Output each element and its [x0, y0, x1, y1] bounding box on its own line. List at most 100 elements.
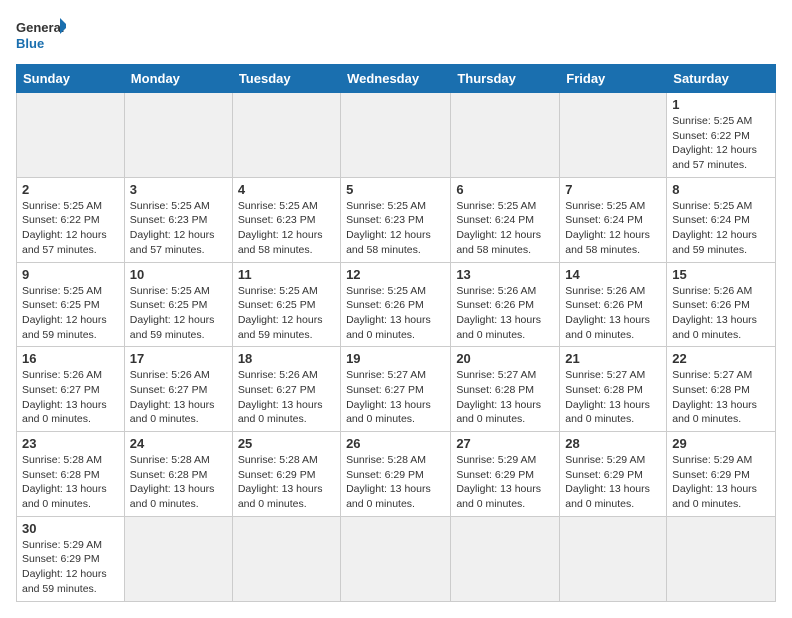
day-info: Sunrise: 5:25 AMSunset: 6:25 PMDaylight:…	[22, 284, 119, 343]
calendar-week-row: 16Sunrise: 5:26 AMSunset: 6:27 PMDayligh…	[17, 347, 776, 432]
day-number: 22	[672, 351, 770, 366]
calendar-cell	[667, 516, 776, 601]
day-info: Sunrise: 5:26 AMSunset: 6:26 PMDaylight:…	[672, 284, 770, 343]
col-header-monday: Monday	[124, 65, 232, 93]
calendar-cell: 9 Sunrise: 5:25 AMSunset: 6:25 PMDaylight…	[17, 262, 125, 347]
calendar-cell	[560, 516, 667, 601]
day-number: 17	[130, 351, 227, 366]
calendar-week-row: 30 Sunrise: 5:29 AMSunset: 6:29 PMDayligh…	[17, 516, 776, 601]
day-number: 10	[130, 267, 227, 282]
day-number: 24	[130, 436, 227, 451]
calendar-week-row: 9 Sunrise: 5:25 AMSunset: 6:25 PMDaylight…	[17, 262, 776, 347]
calendar-cell	[451, 93, 560, 178]
day-info: Sunrise: 5:25 AMSunset: 6:26 PMDaylight:…	[346, 284, 445, 343]
calendar-cell	[17, 93, 125, 178]
day-number: 20	[456, 351, 554, 366]
calendar-cell: 30 Sunrise: 5:29 AMSunset: 6:29 PMDayligh…	[17, 516, 125, 601]
day-info: Sunrise: 5:28 AMSunset: 6:29 PMDaylight:…	[238, 453, 335, 512]
calendar-cell: 13 Sunrise: 5:26 AMSunset: 6:26 PMDayligh…	[451, 262, 560, 347]
calendar-cell: 24 Sunrise: 5:28 AMSunset: 6:28 PMDayligh…	[124, 432, 232, 517]
calendar-week-row: 23Sunrise: 5:28 AMSunset: 6:28 PMDayligh…	[17, 432, 776, 517]
calendar-cell: 5 Sunrise: 5:25 AMSunset: 6:23 PMDaylight…	[341, 177, 451, 262]
calendar-header-row: SundayMondayTuesdayWednesdayThursdayFrid…	[17, 65, 776, 93]
day-number: 15	[672, 267, 770, 282]
logo-svg: General Blue	[16, 16, 66, 56]
day-info: Sunrise: 5:26 AMSunset: 6:27 PMDaylight:…	[22, 368, 119, 427]
day-info: Sunrise: 5:27 AMSunset: 6:28 PMDaylight:…	[456, 368, 554, 427]
calendar-cell: 15 Sunrise: 5:26 AMSunset: 6:26 PMDayligh…	[667, 262, 776, 347]
calendar-cell	[560, 93, 667, 178]
calendar-cell: 17 Sunrise: 5:26 AMSunset: 6:27 PMDayligh…	[124, 347, 232, 432]
day-number: 13	[456, 267, 554, 282]
calendar-cell	[341, 516, 451, 601]
calendar-cell: 23Sunrise: 5:28 AMSunset: 6:28 PMDayligh…	[17, 432, 125, 517]
calendar-cell	[232, 516, 340, 601]
day-info: Sunrise: 5:29 AMSunset: 6:29 PMDaylight:…	[456, 453, 554, 512]
calendar-cell: 12 Sunrise: 5:25 AMSunset: 6:26 PMDayligh…	[341, 262, 451, 347]
day-number: 12	[346, 267, 445, 282]
day-number: 14	[565, 267, 661, 282]
day-info: Sunrise: 5:25 AMSunset: 6:24 PMDaylight:…	[672, 199, 770, 258]
day-number: 25	[238, 436, 335, 451]
calendar-cell: 7 Sunrise: 5:25 AMSunset: 6:24 PMDaylight…	[560, 177, 667, 262]
day-info: Sunrise: 5:28 AMSunset: 6:28 PMDaylight:…	[130, 453, 227, 512]
calendar-cell: 18Sunrise: 5:26 AMSunset: 6:27 PMDayligh…	[232, 347, 340, 432]
svg-text:Blue: Blue	[16, 36, 44, 51]
calendar-cell: 16Sunrise: 5:26 AMSunset: 6:27 PMDayligh…	[17, 347, 125, 432]
header: General Blue	[16, 16, 776, 56]
col-header-wednesday: Wednesday	[341, 65, 451, 93]
calendar-cell	[341, 93, 451, 178]
day-number: 29	[672, 436, 770, 451]
calendar-week-row: 1Sunrise: 5:25 AMSunset: 6:22 PMDaylight…	[17, 93, 776, 178]
calendar-cell: 26Sunrise: 5:28 AMSunset: 6:29 PMDayligh…	[341, 432, 451, 517]
calendar-cell: 25 Sunrise: 5:28 AMSunset: 6:29 PMDayligh…	[232, 432, 340, 517]
day-info: Sunrise: 5:28 AMSunset: 6:28 PMDaylight:…	[22, 453, 119, 512]
day-info: Sunrise: 5:26 AMSunset: 6:26 PMDaylight:…	[456, 284, 554, 343]
day-number: 7	[565, 182, 661, 197]
day-info: Sunrise: 5:25 AMSunset: 6:24 PMDaylight:…	[565, 199, 661, 258]
col-header-tuesday: Tuesday	[232, 65, 340, 93]
calendar-cell	[124, 93, 232, 178]
day-number: 9	[22, 267, 119, 282]
day-number: 27	[456, 436, 554, 451]
day-number: 30	[22, 521, 119, 536]
calendar-table: SundayMondayTuesdayWednesdayThursdayFrid…	[16, 64, 776, 602]
day-info: Sunrise: 5:25 AMSunset: 6:23 PMDaylight:…	[130, 199, 227, 258]
day-number: 2	[22, 182, 119, 197]
day-number: 1	[672, 97, 770, 112]
day-number: 5	[346, 182, 445, 197]
calendar-cell: 4 Sunrise: 5:25 AMSunset: 6:23 PMDaylight…	[232, 177, 340, 262]
calendar-cell: 29Sunrise: 5:29 AMSunset: 6:29 PMDayligh…	[667, 432, 776, 517]
calendar-cell: 3 Sunrise: 5:25 AMSunset: 6:23 PMDaylight…	[124, 177, 232, 262]
calendar-week-row: 2 Sunrise: 5:25 AMSunset: 6:22 PMDaylight…	[17, 177, 776, 262]
day-info: Sunrise: 5:25 AMSunset: 6:23 PMDaylight:…	[238, 199, 335, 258]
calendar-cell: 1Sunrise: 5:25 AMSunset: 6:22 PMDaylight…	[667, 93, 776, 178]
day-info: Sunrise: 5:28 AMSunset: 6:29 PMDaylight:…	[346, 453, 445, 512]
day-info: Sunrise: 5:25 AMSunset: 6:25 PMDaylight:…	[238, 284, 335, 343]
calendar-cell: 14Sunrise: 5:26 AMSunset: 6:26 PMDayligh…	[560, 262, 667, 347]
calendar-cell: 21Sunrise: 5:27 AMSunset: 6:28 PMDayligh…	[560, 347, 667, 432]
calendar-cell: 8 Sunrise: 5:25 AMSunset: 6:24 PMDaylight…	[667, 177, 776, 262]
logo: General Blue	[16, 16, 66, 56]
day-info: Sunrise: 5:27 AMSunset: 6:28 PMDaylight:…	[565, 368, 661, 427]
calendar-cell: 10 Sunrise: 5:25 AMSunset: 6:25 PMDayligh…	[124, 262, 232, 347]
day-number: 3	[130, 182, 227, 197]
col-header-sunday: Sunday	[17, 65, 125, 93]
calendar-cell	[232, 93, 340, 178]
day-info: Sunrise: 5:25 AMSunset: 6:23 PMDaylight:…	[346, 199, 445, 258]
col-header-thursday: Thursday	[451, 65, 560, 93]
day-number: 19	[346, 351, 445, 366]
day-info: Sunrise: 5:26 AMSunset: 6:27 PMDaylight:…	[130, 368, 227, 427]
day-info: Sunrise: 5:27 AMSunset: 6:27 PMDaylight:…	[346, 368, 445, 427]
day-info: Sunrise: 5:26 AMSunset: 6:27 PMDaylight:…	[238, 368, 335, 427]
day-number: 6	[456, 182, 554, 197]
day-info: Sunrise: 5:29 AMSunset: 6:29 PMDaylight:…	[22, 538, 119, 597]
calendar-cell: 27 Sunrise: 5:29 AMSunset: 6:29 PMDayligh…	[451, 432, 560, 517]
day-number: 8	[672, 182, 770, 197]
day-info: Sunrise: 5:25 AMSunset: 6:25 PMDaylight:…	[130, 284, 227, 343]
day-info: Sunrise: 5:25 AMSunset: 6:22 PMDaylight:…	[22, 199, 119, 258]
day-number: 4	[238, 182, 335, 197]
calendar-cell: 6Sunrise: 5:25 AMSunset: 6:24 PMDaylight…	[451, 177, 560, 262]
day-info: Sunrise: 5:29 AMSunset: 6:29 PMDaylight:…	[565, 453, 661, 512]
calendar-cell: 28Sunrise: 5:29 AMSunset: 6:29 PMDayligh…	[560, 432, 667, 517]
